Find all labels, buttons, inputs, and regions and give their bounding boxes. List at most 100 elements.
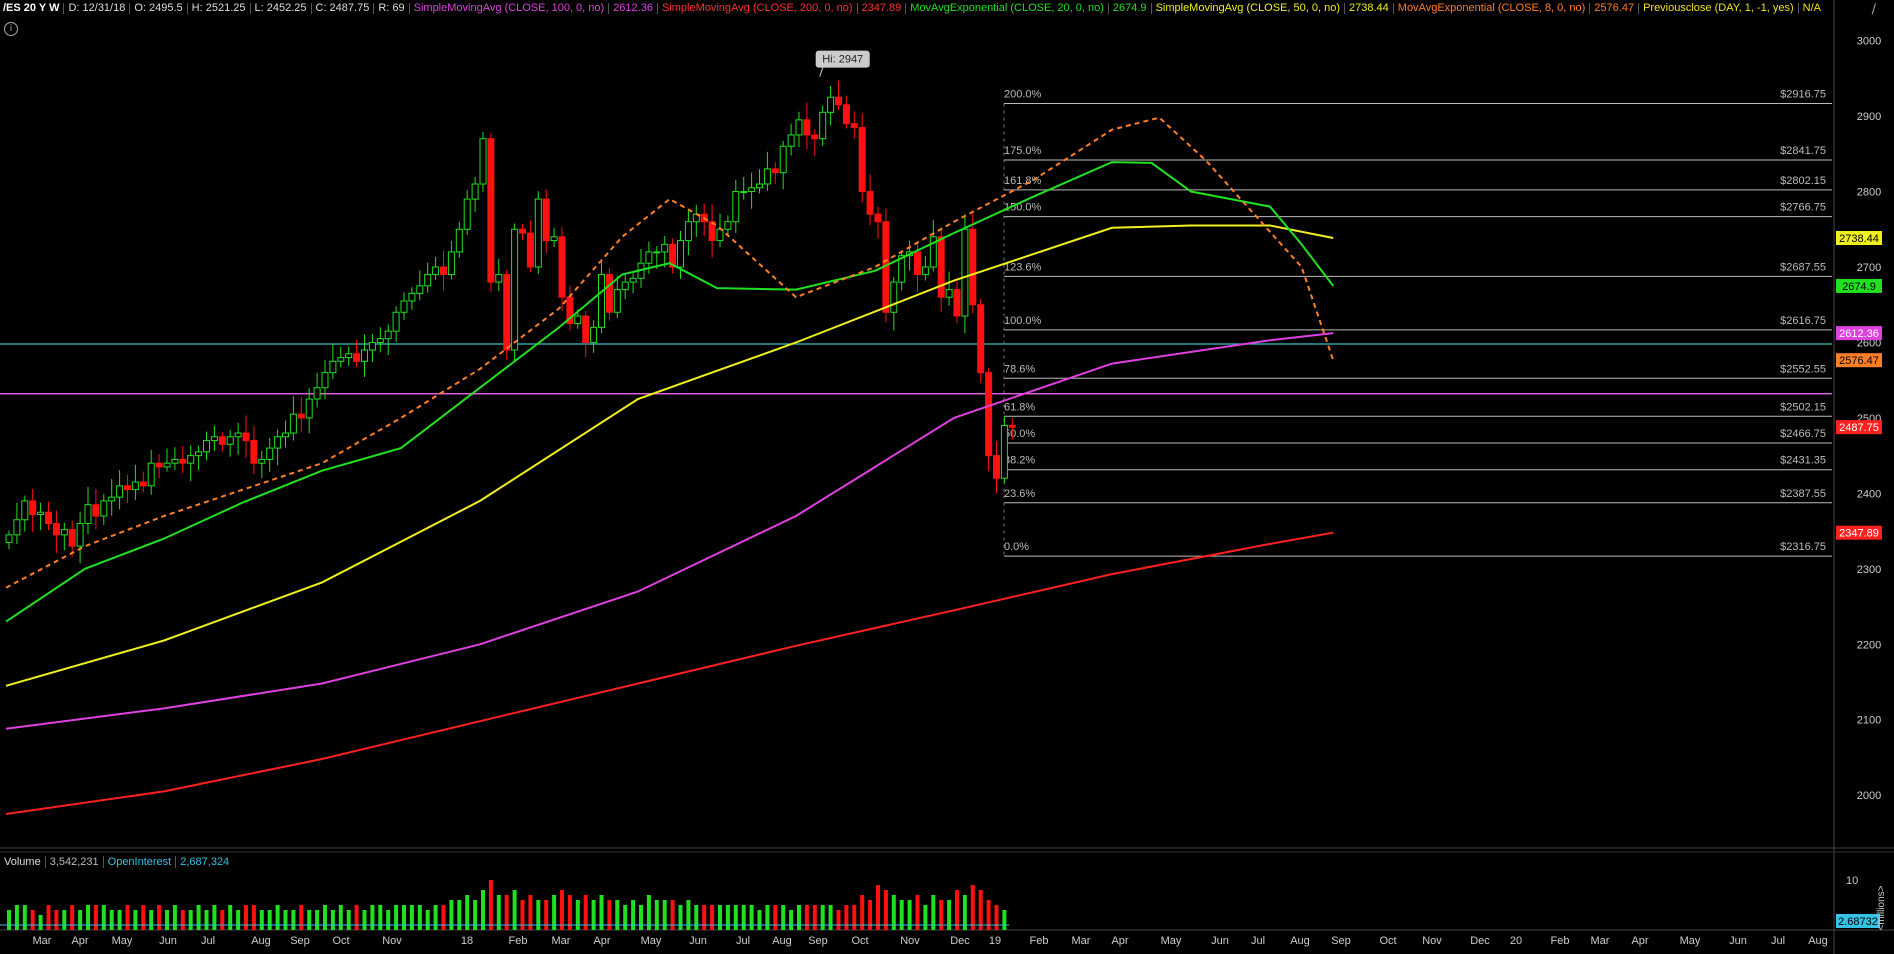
volume-bar bbox=[62, 910, 67, 930]
candle-body bbox=[305, 398, 313, 419]
x-tick-label: Apr bbox=[71, 935, 88, 947]
candle-body bbox=[590, 326, 598, 343]
candle-body bbox=[376, 338, 384, 343]
candle-body bbox=[479, 138, 487, 185]
x-tick-label: Jul bbox=[1771, 935, 1785, 947]
price-chart[interactable]: 3000290028002700260025002400230022002100… bbox=[0, 0, 1894, 954]
y-tick-label: 2000 bbox=[1857, 790, 1881, 802]
x-tick-label: Aug bbox=[1808, 935, 1828, 947]
candle-body bbox=[131, 481, 139, 491]
candle-body bbox=[914, 251, 921, 276]
candle-body bbox=[226, 436, 234, 445]
candle-body bbox=[779, 145, 787, 174]
volume-bar bbox=[417, 905, 422, 930]
volume-bar bbox=[733, 905, 738, 930]
candle-body bbox=[447, 251, 455, 276]
x-tick-label: Jun bbox=[1729, 935, 1747, 947]
volume-bar bbox=[970, 885, 975, 930]
volume-label[interactable]: Volume bbox=[0, 853, 45, 871]
candle-body bbox=[534, 198, 542, 268]
x-tick-label: Jul bbox=[1251, 935, 1265, 947]
candle-body bbox=[724, 221, 732, 230]
candle-body bbox=[400, 300, 408, 313]
volume-bar bbox=[244, 905, 248, 930]
volume-bar bbox=[749, 905, 754, 930]
x-tick-label: Nov bbox=[900, 935, 920, 947]
volume-bar bbox=[394, 905, 399, 930]
fib-price-label: $2316.75 bbox=[1780, 541, 1826, 553]
fib-percent-label: 123.6% bbox=[1004, 261, 1042, 273]
candle-body bbox=[945, 289, 953, 298]
price-badge-label: 2612.36 bbox=[1839, 328, 1879, 340]
volume-bar bbox=[978, 890, 983, 930]
candle-body bbox=[526, 232, 534, 268]
candle-body bbox=[337, 357, 345, 362]
openinterest-label[interactable]: OpenInterest bbox=[104, 853, 176, 871]
candle-body bbox=[558, 236, 566, 298]
candle-body bbox=[598, 274, 605, 328]
volume-bar bbox=[425, 910, 430, 930]
x-tick-label: 19 bbox=[989, 935, 1001, 947]
volume-bar bbox=[330, 910, 335, 930]
fib-percent-label: 61.8% bbox=[1004, 401, 1035, 413]
volume-bar bbox=[86, 905, 90, 930]
x-tick-label: Nov bbox=[382, 935, 402, 947]
x-tick-label: Jul bbox=[736, 935, 750, 947]
candle-body bbox=[321, 372, 329, 389]
volume-bar bbox=[251, 905, 256, 930]
high-bubble-pointer bbox=[819, 67, 824, 77]
volume-bar bbox=[196, 905, 201, 930]
y-tick-label: 3000 bbox=[1857, 36, 1881, 48]
candle-body bbox=[455, 228, 463, 253]
candle-body bbox=[361, 349, 368, 362]
candle-body bbox=[748, 187, 756, 193]
x-tick-label: Apr bbox=[1631, 935, 1648, 947]
candle-body bbox=[993, 455, 1000, 479]
candle-body bbox=[858, 126, 866, 193]
candle-body bbox=[763, 168, 771, 185]
candle-body bbox=[408, 292, 416, 302]
x-tick-label: May bbox=[1680, 935, 1701, 947]
candle-body bbox=[60, 529, 68, 536]
candle-body bbox=[1008, 424, 1016, 428]
x-tick-label: Oct bbox=[851, 935, 868, 947]
volume-bar bbox=[54, 910, 59, 930]
volume-bar bbox=[512, 890, 517, 930]
volume-bar bbox=[725, 905, 730, 930]
candle-body bbox=[108, 496, 116, 502]
candle-body bbox=[68, 529, 76, 547]
volume-tick-label: 10 bbox=[1846, 875, 1858, 887]
candle-body bbox=[787, 134, 795, 147]
candle-body bbox=[827, 96, 835, 113]
volume-bar bbox=[639, 905, 643, 930]
candle-body bbox=[842, 104, 850, 125]
x-tick-label: Jun bbox=[689, 935, 707, 947]
candle-body bbox=[345, 353, 353, 359]
x-tick-label: Aug bbox=[251, 935, 271, 947]
volume-bar bbox=[7, 910, 11, 930]
price-badge-label: 2674.9 bbox=[1842, 281, 1876, 293]
candle-body bbox=[874, 213, 882, 223]
volume-bar bbox=[741, 905, 746, 930]
candle-body bbox=[13, 519, 21, 536]
volume-bar bbox=[259, 910, 264, 930]
x-tick-label: Jun bbox=[1211, 935, 1229, 947]
price-badge-label: 2738.44 bbox=[1839, 233, 1879, 245]
x-tick-label: Apr bbox=[1111, 935, 1128, 947]
volume-bar bbox=[14, 905, 19, 930]
x-tick-label: Sep bbox=[1331, 935, 1351, 947]
candle-body bbox=[76, 523, 84, 547]
high-bubble-label: Hi: 2947 bbox=[822, 54, 863, 66]
volume-bar bbox=[30, 910, 35, 930]
candle-body bbox=[266, 447, 274, 460]
x-tick-label: Nov bbox=[1422, 935, 1442, 947]
x-tick-label: Dec bbox=[950, 935, 970, 947]
candle-body bbox=[961, 228, 969, 317]
volume-bar bbox=[362, 910, 367, 930]
candle-body bbox=[52, 523, 60, 536]
x-tick-label: Sep bbox=[808, 935, 828, 947]
price-badge-label: 2576.47 bbox=[1839, 355, 1879, 367]
volume-bar bbox=[797, 905, 801, 930]
candle-body bbox=[147, 462, 155, 487]
volume-bar bbox=[844, 905, 849, 930]
